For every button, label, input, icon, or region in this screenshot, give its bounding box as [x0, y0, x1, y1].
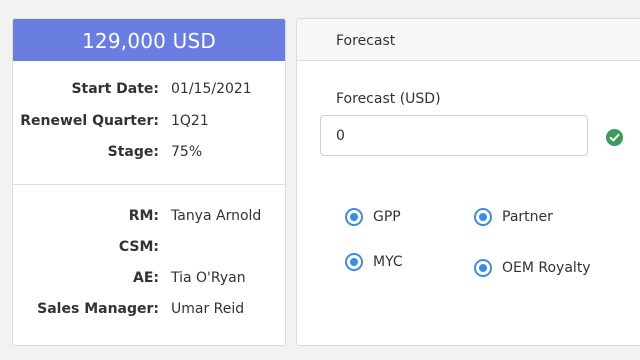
rm-label: RM: [128, 208, 159, 224]
rm-value: Tanya Arnold [171, 208, 262, 224]
option-partner-label: Partner [502, 209, 553, 225]
option-myc-label: MYC [373, 254, 403, 270]
rm-row: RM: Tanya Arnold [13, 205, 285, 236]
sales-manager-label: Sales Manager: [37, 301, 159, 317]
start-date-label: Start Date: [71, 81, 159, 97]
forecast-input[interactable] [320, 115, 588, 156]
radio-selected-icon[interactable] [474, 259, 492, 277]
renewal-quarter-label: Renewel Quarter: [20, 112, 159, 129]
option-gpp-label: GPP [373, 209, 401, 225]
option-partner[interactable]: Partner [474, 208, 553, 226]
people-section: RM: Tanya Arnold CSM: AE: Tia O'Ryan Sal… [13, 185, 285, 329]
renewal-quarter-value: 1Q21 [171, 112, 209, 129]
ae-row: AE: Tia O'Ryan [13, 267, 285, 298]
radio-selected-icon[interactable] [345, 208, 363, 226]
sales-manager-value: Umar Reid [171, 301, 245, 317]
csm-label: CSM: [118, 239, 159, 255]
deal-amount: 129,000 USD [13, 19, 285, 61]
option-myc[interactable]: MYC [345, 253, 403, 271]
check-circle-icon [606, 129, 623, 146]
option-oem-royalty[interactable]: OEM Royalty [474, 259, 591, 277]
stage-row: Stage: 75% [13, 141, 285, 173]
radio-selected-icon[interactable] [345, 253, 363, 271]
sales-manager-row: Sales Manager: Umar Reid [13, 298, 285, 329]
renewal-quarter-row: Renewel Quarter: 1Q21 [13, 110, 285, 142]
start-date-value: 01/15/2021 [171, 81, 252, 97]
start-date-row: Start Date: 01/15/2021 [13, 78, 285, 110]
option-oem-royalty-label: OEM Royalty [502, 260, 591, 276]
radio-selected-icon[interactable] [474, 208, 492, 226]
stage-label: Stage: [107, 144, 159, 160]
forecast-panel: Forecast Forecast (USD) GPP Partner MYC … [296, 18, 640, 346]
deal-details-section: Start Date: 01/15/2021 Renewel Quarter: … [13, 61, 285, 185]
ae-label: AE: [133, 270, 159, 286]
forecast-field-label: Forecast (USD) [336, 91, 441, 107]
csm-row: CSM: [13, 236, 285, 267]
ae-value: Tia O'Ryan [171, 270, 246, 286]
forecast-panel-title: Forecast [297, 19, 640, 61]
deal-summary-card: 129,000 USD Start Date: 01/15/2021 Renew… [12, 18, 286, 346]
option-gpp[interactable]: GPP [345, 208, 401, 226]
stage-value: 75% [171, 144, 203, 160]
